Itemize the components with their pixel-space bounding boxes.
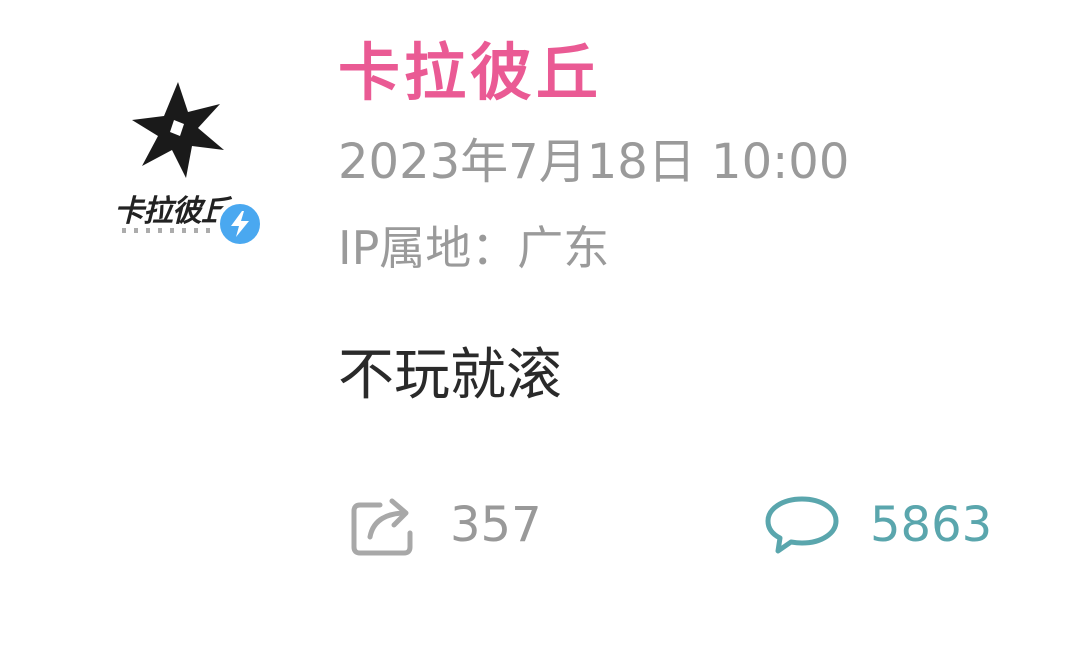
post-timestamp: 2023年7月18日 10:00 [338,134,850,190]
avatar[interactable]: 卡拉彼丘 [100,70,270,260]
share-icon [351,498,413,556]
share-button[interactable]: 357 [350,490,542,560]
comment-count: 5863 [870,497,993,553]
share-count: 357 [450,497,542,553]
avatar-logo-subtext [122,228,222,233]
comment-icon [765,496,839,554]
avatar-logo-text: 卡拉彼丘 [114,194,231,229]
post-content: 不玩就滚 [338,343,562,408]
author-name[interactable]: 卡拉彼丘 [338,22,602,112]
weibo-post-card: 卡拉彼丘 卡拉彼丘 2023年7月18日 10:00 IP属地：广东 不玩就滚 … [0,0,1076,652]
comment-button[interactable]: 5863 [764,490,992,560]
lightning-verified-icon [216,200,264,248]
star-logo-icon [132,82,224,178]
ip-location: IP属地：广东 [338,221,610,275]
